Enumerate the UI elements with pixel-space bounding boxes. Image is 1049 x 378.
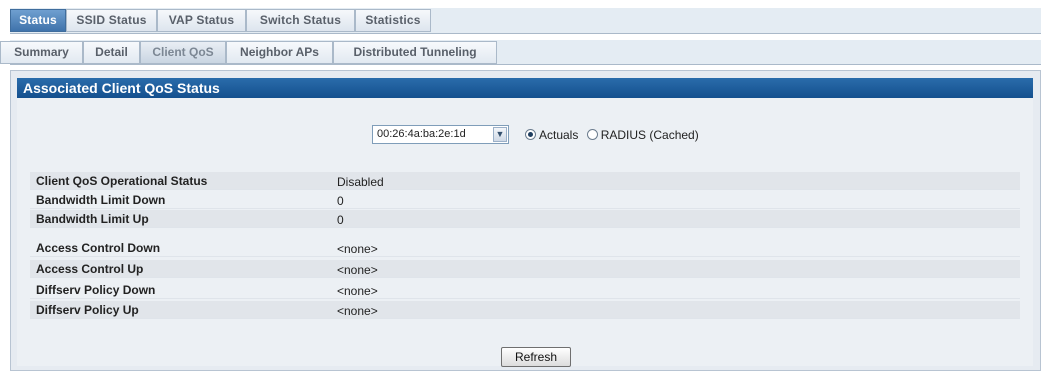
panel-title: Associated Client QoS Status bbox=[17, 78, 1033, 98]
table-row: Client QoS Operational Status Disabled bbox=[30, 172, 1020, 190]
field-value: <none> bbox=[337, 284, 378, 298]
field-label: Diffserv Policy Up bbox=[36, 303, 139, 317]
field-label: Access Control Down bbox=[36, 241, 161, 255]
source-radio-group: Actuals RADIUS (Cached) bbox=[525, 128, 704, 144]
field-label: Diffserv Policy Down bbox=[36, 283, 156, 297]
field-value: 0 bbox=[337, 194, 344, 208]
radius-cached-radio-label: RADIUS (Cached) bbox=[600, 128, 699, 142]
tab-distributed-tunneling[interactable]: Distributed Tunneling bbox=[333, 41, 497, 64]
tab-vap-status[interactable]: VAP Status bbox=[157, 9, 246, 32]
table-row: Bandwidth Limit Down 0 bbox=[30, 191, 1020, 209]
tab-switch-status[interactable]: Switch Status bbox=[246, 9, 355, 32]
chevron-down-icon[interactable]: ▼ bbox=[493, 127, 507, 142]
secondary-tab-bar: Summary Detail Client QoS Neighbor APs D… bbox=[0, 40, 1041, 65]
tab-neighbor-aps[interactable]: Neighbor APs bbox=[226, 41, 333, 64]
field-value: <none> bbox=[337, 304, 378, 318]
actuals-radio[interactable] bbox=[525, 129, 536, 140]
field-value: <none> bbox=[337, 242, 378, 256]
client-mac-select[interactable]: 00:26:4a:ba:2e:1d ▼ bbox=[372, 125, 509, 144]
table-row: Bandwidth Limit Up 0 bbox=[30, 210, 1020, 228]
table-row: Diffserv Policy Up <none> bbox=[30, 301, 1020, 319]
field-label: Client QoS Operational Status bbox=[36, 174, 208, 188]
table-row: Access Control Up <none> bbox=[30, 260, 1020, 278]
field-value: <none> bbox=[337, 263, 378, 277]
field-label: Access Control Up bbox=[36, 262, 144, 276]
actuals-radio-label: Actuals bbox=[539, 128, 579, 142]
field-label: Bandwidth Limit Down bbox=[36, 193, 166, 207]
field-label: Bandwidth Limit Up bbox=[36, 212, 149, 226]
primary-tab-bar: Status SSID Status VAP Status Switch Sta… bbox=[10, 8, 1041, 34]
client-mac-value: 00:26:4a:ba:2e:1d bbox=[377, 128, 466, 140]
tab-ssid-status[interactable]: SSID Status bbox=[66, 9, 157, 32]
client-qos-panel: Associated Client QoS Status 00:26:4a:ba… bbox=[10, 70, 1041, 371]
tab-status[interactable]: Status bbox=[10, 9, 66, 32]
tab-client-qos[interactable]: Client QoS bbox=[140, 41, 226, 64]
tab-detail[interactable]: Detail bbox=[83, 41, 140, 64]
field-value: Disabled bbox=[337, 175, 384, 189]
field-value: 0 bbox=[337, 213, 344, 227]
radius-cached-radio[interactable] bbox=[586, 129, 598, 140]
table-row: Diffserv Policy Down <none> bbox=[30, 281, 1020, 299]
tab-summary[interactable]: Summary bbox=[0, 41, 83, 64]
tab-statistics[interactable]: Statistics bbox=[355, 9, 431, 32]
refresh-button[interactable]: Refresh bbox=[501, 347, 571, 367]
table-row: Access Control Down <none> bbox=[30, 239, 1020, 257]
panel-body: 00:26:4a:ba:2e:1d ▼ Actuals RADIUS (Cach… bbox=[17, 98, 1033, 367]
